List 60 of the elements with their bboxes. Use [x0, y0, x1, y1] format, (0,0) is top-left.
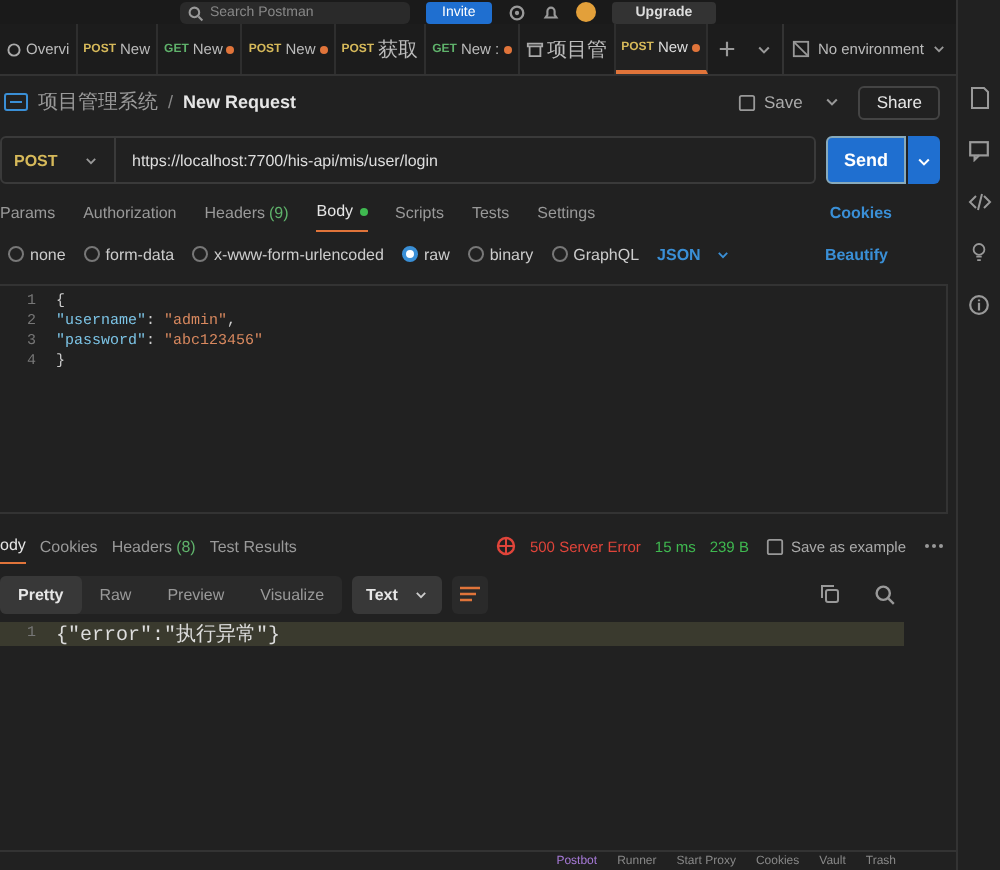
body-type-radio[interactable]: x-www-form-urlencoded [192, 245, 384, 263]
beautify-link[interactable]: Beautify [824, 245, 888, 263]
body-type-radio[interactable]: raw [401, 245, 450, 263]
collection-breadcrumb[interactable]: 项目管理系统 [38, 88, 158, 116]
comment-icon[interactable] [968, 140, 990, 162]
share-button[interactable]: Share [858, 85, 940, 119]
request-section-tab[interactable]: Tests [471, 192, 510, 232]
send-button[interactable]: Send [826, 136, 906, 184]
body-type-radio[interactable]: form-data [83, 245, 175, 263]
view-mode-tab[interactable]: Visualize [242, 575, 343, 613]
search-icon [188, 5, 204, 21]
filter-button[interactable] [451, 575, 488, 613]
chevron-down-icon [931, 42, 946, 56]
overview-icon [6, 41, 22, 57]
settings-icon[interactable] [507, 3, 526, 21]
url-field[interactable]: https://localhost:7700/his-api/mis/user/login [116, 136, 816, 184]
globe-icon [495, 536, 516, 556]
request-section-tab[interactable]: Body [316, 192, 368, 232]
request-section-tab[interactable]: Headers (9) [204, 192, 289, 232]
response-tab[interactable]: Cookies [39, 528, 98, 564]
body-type-radio[interactable]: GraphQL [551, 245, 640, 263]
response-tab[interactable]: Headers (8) [111, 528, 196, 564]
plus-icon[interactable] [717, 40, 736, 58]
format-dropdown[interactable]: JSON [657, 245, 731, 263]
code-icon[interactable] [967, 192, 991, 212]
method-dropdown[interactable]: POST [0, 136, 116, 184]
request-section-tab[interactable]: Authorization [83, 192, 177, 232]
view-mode-tab[interactable]: Pretty [0, 575, 82, 613]
chevron-down-icon [413, 587, 428, 601]
lines-icon [457, 584, 482, 604]
bell-icon[interactable] [541, 3, 560, 21]
document-icon[interactable] [969, 86, 989, 110]
chevron-down-icon[interactable] [824, 94, 841, 110]
more-icon[interactable] [924, 542, 944, 550]
request-section-tab[interactable]: Params [0, 192, 56, 232]
request-section-tab[interactable]: Scripts [395, 192, 444, 232]
chevron-down-icon [84, 153, 98, 167]
save-icon [766, 537, 785, 555]
search-icon[interactable] [874, 583, 896, 605]
request-section-tab[interactable]: Settings [537, 192, 596, 232]
save-icon [737, 93, 756, 111]
request-title: New Request [183, 92, 297, 112]
response-tab[interactable]: Test Results [209, 528, 297, 564]
body-type-radio[interactable]: none [8, 245, 66, 263]
chevron-down-icon [916, 153, 932, 169]
response-format-dropdown[interactable]: Text [352, 575, 442, 613]
chevron-down-icon [716, 247, 731, 261]
response-tab[interactable]: ody [0, 528, 26, 564]
code-line: {"error":"执行异常"} [56, 621, 281, 648]
view-mode-tab[interactable]: Raw [81, 575, 150, 613]
avatar[interactable] [575, 2, 596, 22]
copy-icon[interactable] [820, 584, 840, 604]
view-mode-tab[interactable]: Preview [149, 575, 243, 613]
body-type-radio[interactable]: binary [467, 245, 534, 263]
chevron-down-icon[interactable] [755, 41, 772, 57]
save-button[interactable]: Save [725, 90, 815, 114]
breadcrumb-separator: / [168, 92, 174, 112]
info-icon[interactable] [968, 294, 990, 316]
lightbulb-icon[interactable] [970, 242, 988, 264]
cookies-link[interactable]: Cookies [829, 203, 892, 221]
